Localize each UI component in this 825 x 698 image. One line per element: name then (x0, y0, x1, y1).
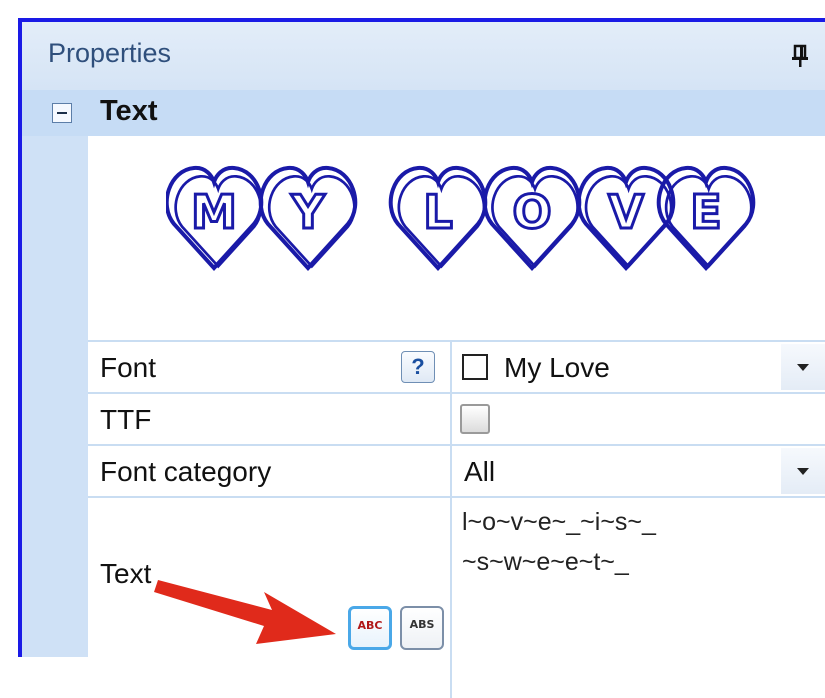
font-label: Font (100, 352, 157, 383)
properties-panel: Properties Text M Y L O V E Font ? My Lo… (18, 18, 825, 698)
font-select[interactable]: My Love (452, 342, 825, 394)
ttf-checkbox[interactable] (460, 404, 490, 434)
preview-letter: O (512, 185, 551, 239)
font-value: My Love (504, 352, 610, 383)
group-title: Text (100, 95, 158, 127)
font-swatch-icon (462, 354, 488, 380)
minus-box-icon[interactable] (52, 103, 72, 123)
preview-letter: L (423, 185, 452, 239)
text-value-line: ~s~w~e~e~t~_ (462, 548, 629, 576)
pin-icon[interactable] (791, 44, 809, 68)
text-value-field[interactable]: l~o~v~e~_~i~s~_ ~s~w~e~e~t~_ (452, 498, 825, 698)
my-love-hearts-preview: M Y L O V E (166, 165, 756, 270)
ttf-label: TTF (100, 404, 152, 435)
red-arrow-annotation (154, 580, 336, 644)
text-preview: M Y L O V E (88, 136, 825, 340)
preview-letter: Y (290, 185, 325, 239)
panel-header: Properties (22, 22, 825, 90)
font-category-select[interactable]: All (452, 446, 825, 498)
edit-text-button[interactable]: ABC (348, 606, 392, 650)
text-value-line: l~o~v~e~_~i~s~_ (462, 508, 656, 536)
font-category-row[interactable]: Font category All (88, 444, 825, 498)
font-category-label: Font category (100, 456, 272, 487)
ttf-row: TTF (88, 392, 825, 446)
font-category-value: All (464, 456, 496, 487)
chevron-down-icon[interactable] (781, 344, 825, 390)
spellcheck-button[interactable]: ABS (400, 606, 444, 650)
panel-title: Properties (48, 38, 172, 68)
text-group-header[interactable]: Text (22, 90, 825, 136)
preview-letter: V (608, 185, 644, 239)
text-label: Text (100, 558, 152, 589)
font-row[interactable]: Font ? My Love (88, 340, 825, 394)
preview-letter: E (690, 185, 721, 239)
chevron-down-icon[interactable] (781, 448, 825, 494)
help-button[interactable]: ? (401, 351, 435, 383)
preview-letter: M (191, 185, 237, 239)
